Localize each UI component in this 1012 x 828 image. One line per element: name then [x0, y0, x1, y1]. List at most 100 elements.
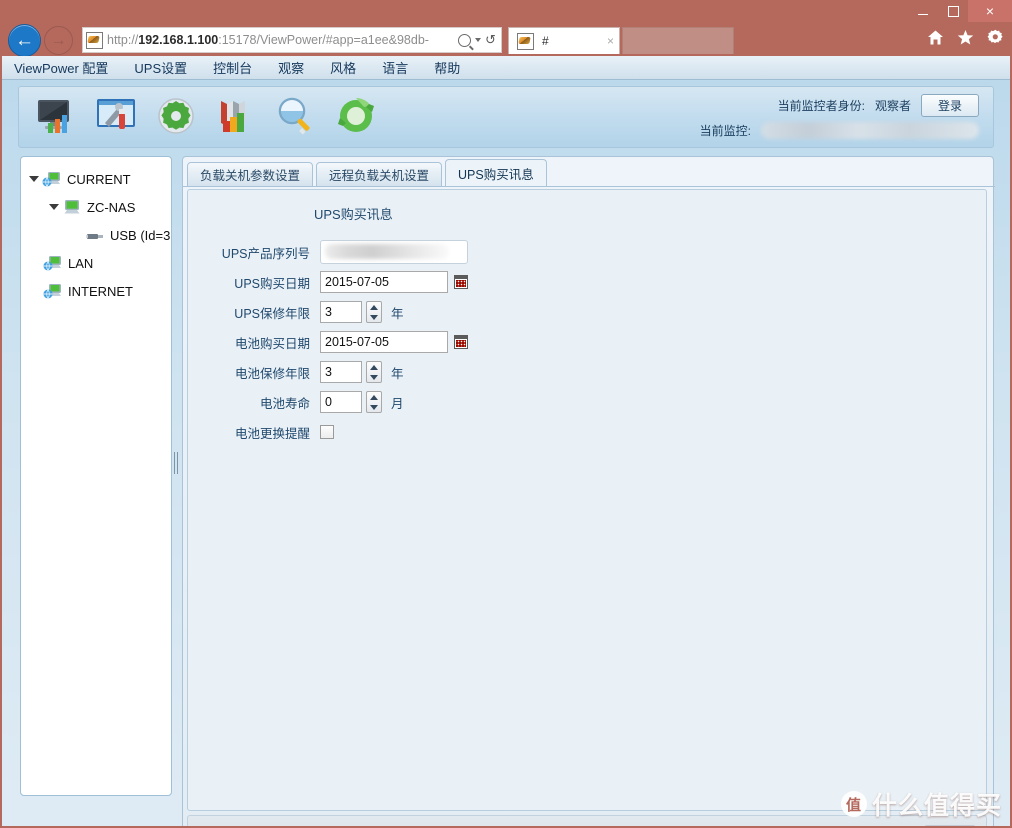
calendar-icon[interactable] — [454, 275, 468, 289]
app-menubar: ViewPower 配置 UPS设置 控制台 观察 风格 语言 帮助 — [2, 56, 1010, 80]
form-title: UPS购买讯息 — [314, 207, 393, 222]
header-status: 当前监控者身份: 观察者 登录 当前监控: — [639, 93, 979, 143]
url-prefix: http:// — [107, 33, 139, 47]
tree-item-internet[interactable]: INTERNET — [21, 277, 171, 305]
chevron-down-icon[interactable] — [49, 204, 59, 210]
login-button[interactable]: 登录 — [921, 94, 979, 117]
magnifier-search-icon[interactable] — [273, 93, 319, 139]
menu-item-language[interactable]: 语言 — [382, 58, 408, 77]
menu-item-viewpower-config[interactable]: ViewPower 配置 — [14, 58, 108, 77]
app-toolbar — [33, 93, 379, 139]
battery-life-unit: 月 — [391, 396, 404, 411]
stepper-down-icon[interactable] — [370, 404, 378, 410]
stepper-down-icon[interactable] — [370, 374, 378, 380]
stepper-up-icon[interactable] — [370, 364, 378, 370]
chevron-down-icon[interactable] — [475, 38, 482, 42]
computer-icon — [62, 199, 82, 216]
current-monitoring-value — [761, 122, 979, 139]
monitor-chart-icon[interactable] — [33, 93, 79, 139]
watermark-logo-icon: 值 — [840, 791, 867, 817]
ups-warranty-stepper[interactable] — [366, 301, 382, 323]
serial-input[interactable] — [320, 240, 468, 264]
device-tree: CURRENT ZC-NAS USB (Id=3 LAN INTERNET — [20, 156, 172, 796]
ups-purchase-form: UPS购买讯息 UPS产品序列号 UPS购买日期 2015-07-05 UPS保… — [204, 204, 684, 447]
stepper-up-icon[interactable] — [370, 394, 378, 400]
menu-item-ups-settings[interactable]: UPS设置 — [134, 58, 187, 77]
battery-life-label: 电池寿命 — [259, 396, 310, 411]
books-chart-icon[interactable] — [213, 93, 259, 139]
browser-toolbar-icons — [927, 29, 1004, 46]
tab-remote-load-shutdown[interactable]: 远程负载关机设置 — [316, 162, 443, 187]
star-icon[interactable] — [957, 29, 974, 46]
ups-warranty-unit: 年 — [391, 306, 404, 321]
search-icon[interactable] — [458, 33, 472, 47]
battery-purchase-date-input[interactable]: 2015-07-05 — [320, 331, 448, 353]
browser-window: × ← → http://192.168.1.100:15178/ViewPow… — [0, 0, 1012, 828]
monitor-role-row: 当前监控者身份: 观察者 登录 — [639, 93, 979, 118]
refresh-icon[interactable]: ↻ — [485, 32, 496, 48]
close-button[interactable]: × — [968, 0, 1012, 22]
content-tab-bar: 负载关机参数设置 远程负载关机设置 UPS购买讯息 — [183, 159, 995, 187]
content-panel: 负载关机参数设置 远程负载关机设置 UPS购买讯息 UPS购买讯息 UPS产品序… — [182, 156, 995, 826]
back-button[interactable]: ← — [8, 24, 41, 57]
tab-strip: # × — [508, 27, 734, 54]
stepper-up-icon[interactable] — [370, 304, 378, 310]
watermark-text: 什么值得买 — [871, 792, 1002, 820]
tab-ups-purchase-info[interactable]: UPS购买讯息 — [445, 159, 547, 187]
ups-warranty-input[interactable]: 3 — [320, 301, 362, 323]
menu-item-style[interactable]: 风格 — [330, 58, 356, 77]
address-bar[interactable]: http://192.168.1.100:15178/ViewPower/#ap… — [82, 27, 502, 53]
window-tools-icon[interactable] — [93, 93, 139, 139]
tree-item-label: LAN — [68, 255, 94, 271]
ups-purchase-date-input[interactable]: 2015-07-05 — [320, 271, 448, 293]
menu-item-observe[interactable]: 观察 — [278, 58, 304, 77]
forward-button[interactable]: → — [44, 26, 73, 55]
field-row-battery-reminder: 电池更换提醒 — [204, 417, 684, 447]
refresh-green-icon[interactable] — [333, 93, 379, 139]
new-tab-button[interactable] — [622, 27, 734, 54]
tree-item-zc-nas[interactable]: ZC-NAS — [21, 193, 171, 221]
close-icon: × — [985, 3, 995, 19]
battery-warranty-stepper[interactable] — [366, 361, 382, 383]
battery-life-input[interactable]: 0 — [320, 391, 362, 413]
splitter-grip[interactable] — [174, 452, 180, 474]
tree-item-current[interactable]: CURRENT — [21, 165, 171, 193]
tab-close-icon[interactable]: × — [607, 34, 614, 48]
tab-load-shutdown-params[interactable]: 负载关机参数设置 — [187, 162, 314, 187]
menu-item-help[interactable]: 帮助 — [434, 58, 460, 77]
title-bar: × — [0, 0, 1012, 22]
watermark: 值 什么值得买 — [840, 786, 1002, 822]
tree-item-lan[interactable]: LAN — [21, 249, 171, 277]
battery-warranty-input[interactable]: 3 — [320, 361, 362, 383]
apply-button[interactable]: 应用 — [924, 825, 976, 826]
tab-title: # — [542, 34, 549, 48]
menu-item-console[interactable]: 控制台 — [213, 58, 252, 77]
url-host: 192.168.1.100 — [138, 33, 219, 47]
battery-reminder-checkbox[interactable] — [320, 425, 334, 439]
panel-splitter[interactable] — [172, 156, 182, 796]
app-header: 当前监控者身份: 观察者 登录 当前监控: — [18, 86, 994, 148]
chevron-down-icon[interactable] — [29, 176, 39, 182]
page-viewport: ViewPower 配置 UPS设置 控制台 观察 风格 语言 帮助 当前监控者… — [2, 56, 1010, 826]
tree-item-label: INTERNET — [68, 283, 133, 299]
minimize-button[interactable] — [908, 0, 938, 22]
browser-tab[interactable]: # × — [508, 27, 620, 54]
field-row-ups-warranty: UPS保修年限 3 年 — [204, 297, 684, 327]
home-icon[interactable] — [927, 29, 944, 46]
gear-settings-icon[interactable] — [153, 93, 199, 139]
battery-purchase-date-label: 电池购买日期 — [234, 336, 310, 351]
maximize-button[interactable] — [938, 0, 968, 22]
window-controls: × — [908, 0, 1012, 22]
battery-life-stepper[interactable] — [366, 391, 382, 413]
computer-network-icon — [42, 171, 62, 188]
battery-warranty-label: 电池保修年限 — [234, 366, 310, 381]
calendar-icon[interactable] — [454, 335, 468, 349]
gear-icon[interactable] — [987, 29, 1004, 46]
tree-item-usb[interactable]: USB (Id=3 — [21, 221, 171, 249]
field-row-ups-date: UPS购买日期 2015-07-05 — [204, 267, 684, 297]
stepper-down-icon[interactable] — [370, 314, 378, 320]
field-row-battery-warranty: 电池保修年限 3 年 — [204, 357, 684, 387]
tree-item-label: CURRENT — [67, 171, 131, 187]
